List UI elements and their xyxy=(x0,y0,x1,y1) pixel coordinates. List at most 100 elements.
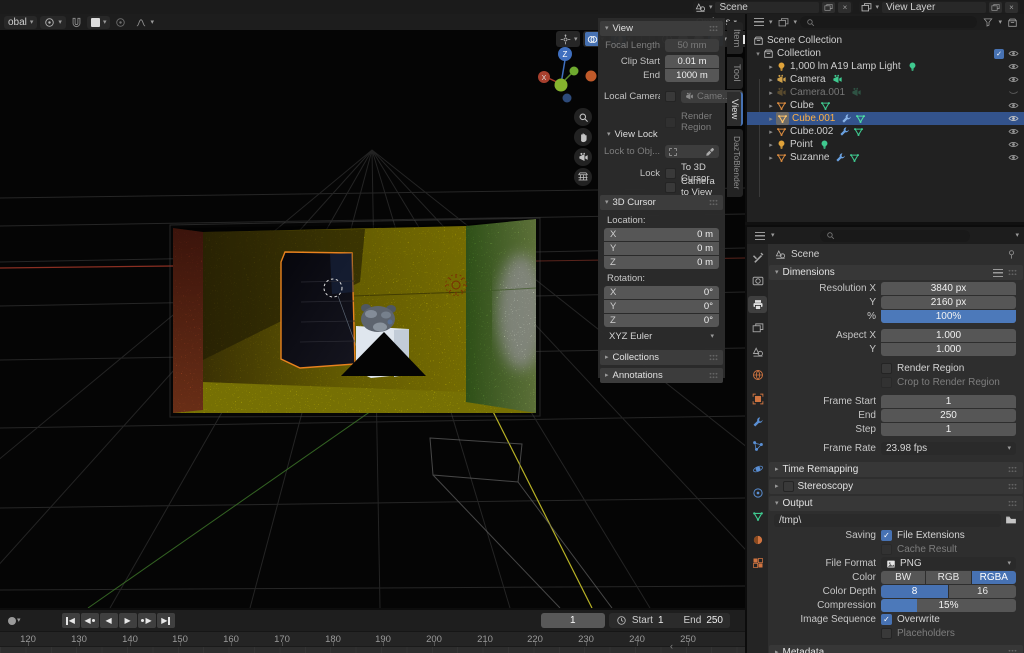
cursor-rotation-x-field[interactable]: X0° xyxy=(604,286,719,299)
resolution-y-field[interactable]: 2160 px xyxy=(881,296,1016,309)
tab-modifier-properties[interactable] xyxy=(748,414,767,431)
render-region-checkbox[interactable] xyxy=(665,117,676,128)
expand-arrow-icon[interactable]: ▸ xyxy=(766,154,776,162)
eye-icon[interactable] xyxy=(1008,113,1019,124)
tab-data-properties[interactable] xyxy=(748,508,767,525)
tab-item[interactable]: Item xyxy=(727,22,743,54)
tab-world-properties[interactable] xyxy=(748,367,767,384)
resolution-x-field[interactable]: 3840 px xyxy=(881,282,1016,295)
tab-view-layer-properties[interactable] xyxy=(748,320,767,337)
camera-to-view-checkbox[interactable] xyxy=(665,182,676,193)
lock-to-object-field[interactable] xyxy=(665,145,719,158)
tab-material-properties[interactable] xyxy=(748,531,767,548)
camera-view-button[interactable] xyxy=(574,148,592,166)
cursor-location-z-field[interactable]: Z0 m xyxy=(604,256,719,269)
tab-particle-properties[interactable] xyxy=(748,437,767,454)
depth-8-button[interactable]: 8 xyxy=(881,585,948,598)
clip-end-field[interactable]: 1000 m xyxy=(665,69,719,82)
play-reverse-button[interactable]: ◀ xyxy=(100,613,118,628)
rotation-mode-dropdown[interactable]: XYZ Euler ▾ xyxy=(604,330,719,343)
cursor-location-y-field[interactable]: Y0 m xyxy=(604,242,719,255)
expand-arrow-icon[interactable]: ▸ xyxy=(766,115,776,123)
tab-render-properties[interactable] xyxy=(748,273,767,290)
delete-view-layer-button[interactable]: × xyxy=(1005,2,1018,13)
timeline-scroll-strip[interactable]: ‹ xyxy=(0,646,745,653)
outliner-row-camera[interactable]: ▸ Camera xyxy=(747,73,1024,86)
output-path-field[interactable]: /tmp\ xyxy=(774,514,1001,527)
tab-texture-properties[interactable] xyxy=(748,555,767,572)
outliner-row-scene-collection[interactable]: Scene Collection xyxy=(747,34,1024,47)
cursor-rotation-z-field[interactable]: Z0° xyxy=(604,314,719,327)
tab-output-properties[interactable] xyxy=(748,296,767,313)
resolution-pct-slider[interactable]: 100% xyxy=(881,310,1016,323)
metadata-panel-header[interactable]: ▸Metadata xyxy=(769,645,1023,653)
color-rgba-button[interactable]: RGBA xyxy=(972,571,1016,584)
dimensions-panel-header[interactable]: ▾ Dimensions xyxy=(769,265,1023,280)
pin-icon[interactable] xyxy=(1006,249,1017,260)
cursor-rotation-y-field[interactable]: Y0° xyxy=(604,300,719,313)
scene-name[interactable]: Scene xyxy=(715,2,819,13)
current-frame-field[interactable]: 1 xyxy=(541,613,605,628)
expand-arrow-icon[interactable]: ▸ xyxy=(766,128,776,136)
local-camera-checkbox[interactable] xyxy=(665,91,676,102)
tab-scene-properties[interactable] xyxy=(748,343,767,360)
frame-step-field[interactable]: 1 xyxy=(881,423,1016,436)
outliner-row-suzanne[interactable]: ▸ Suzanne xyxy=(747,151,1024,164)
depth-16-button[interactable]: 16 xyxy=(949,585,1016,598)
drag-dots-icon[interactable] xyxy=(1008,483,1017,490)
play-button[interactable]: ▶ xyxy=(119,613,137,628)
display-mode-dropdown[interactable] xyxy=(751,16,766,29)
eye-icon[interactable] xyxy=(1008,100,1019,111)
presets-icon[interactable] xyxy=(993,269,1003,277)
placeholders-checkbox[interactable] xyxy=(881,628,892,639)
file-browser-button[interactable] xyxy=(1003,514,1018,527)
tab-tool[interactable]: Tool xyxy=(727,57,743,88)
new-collection-button[interactable] xyxy=(1005,16,1020,29)
file-extensions-checkbox[interactable]: ✓ xyxy=(881,530,892,541)
ortho-toggle-button[interactable] xyxy=(574,168,592,186)
tab-constraint-properties[interactable] xyxy=(748,484,767,501)
drag-dots-icon[interactable] xyxy=(709,372,718,379)
collapse-arrow-icon[interactable]: ▾ xyxy=(753,50,763,58)
drag-dots-icon[interactable] xyxy=(709,354,718,361)
clip-start-field[interactable]: 0.01 m xyxy=(665,55,719,68)
focal-length-field[interactable]: 50 mm xyxy=(665,39,719,52)
editor-type-dropdown[interactable] xyxy=(752,229,767,242)
outliner-row-cube-001[interactable]: ▸ Cube.001 xyxy=(747,112,1024,125)
outliner-search-input[interactable] xyxy=(800,16,977,28)
frame-start-field[interactable]: 1 xyxy=(881,395,1016,408)
expand-arrow-icon[interactable]: ▸ xyxy=(766,76,776,84)
outliner-row-collection[interactable]: ▾ Collection ✓ xyxy=(747,47,1024,60)
drag-dots-icon[interactable] xyxy=(1008,269,1017,276)
outliner-row-camera-001[interactable]: ▸ Camera.001 xyxy=(747,86,1024,99)
pivot-point-dropdown[interactable]: ▾ xyxy=(40,16,66,29)
output-panel-header[interactable]: ▾Output xyxy=(769,496,1023,511)
compression-slider[interactable]: 15% xyxy=(881,599,1016,612)
eyedropper-icon[interactable] xyxy=(705,147,715,157)
cache-result-checkbox[interactable] xyxy=(881,544,892,555)
snap-target-dropdown[interactable]: ▾ xyxy=(87,16,111,29)
eye-icon[interactable] xyxy=(1008,152,1019,163)
new-view-layer-button[interactable] xyxy=(989,2,1002,13)
zoom-tool-button[interactable] xyxy=(574,108,592,126)
drag-dots-icon[interactable] xyxy=(1008,649,1017,653)
outliner-row-lamp-light[interactable]: ▸ 1,000 lm A19 Lamp Light xyxy=(747,60,1024,73)
aspect-x-field[interactable]: 1.000 xyxy=(881,329,1016,342)
start-value-field[interactable]: 1 xyxy=(658,615,664,626)
frame-end-field[interactable]: 250 xyxy=(881,409,1016,422)
crop-to-render-region-checkbox[interactable] xyxy=(881,377,892,388)
tab-tool-properties[interactable] xyxy=(748,249,767,266)
cursor-location-x-field[interactable]: X0 m xyxy=(604,228,719,241)
proportional-falloff-dropdown[interactable]: ▾ xyxy=(131,16,158,29)
expand-arrow-icon[interactable]: ▸ xyxy=(766,89,776,97)
jump-to-end-button[interactable]: ▶ xyxy=(157,613,175,628)
delete-scene-button[interactable]: × xyxy=(838,2,851,13)
pan-tool-button[interactable] xyxy=(574,128,592,146)
tab-physics-properties[interactable] xyxy=(748,461,767,478)
proportional-editing-toggle[interactable] xyxy=(113,16,128,29)
outliner-row-cube[interactable]: ▸ Cube xyxy=(747,99,1024,112)
drag-dots-icon[interactable] xyxy=(1008,466,1017,473)
jump-to-start-button[interactable]: ◀ xyxy=(62,613,80,628)
collapse-arrow-icon[interactable]: ‹ xyxy=(670,641,673,651)
expand-arrow-icon[interactable]: ▸ xyxy=(766,141,776,149)
